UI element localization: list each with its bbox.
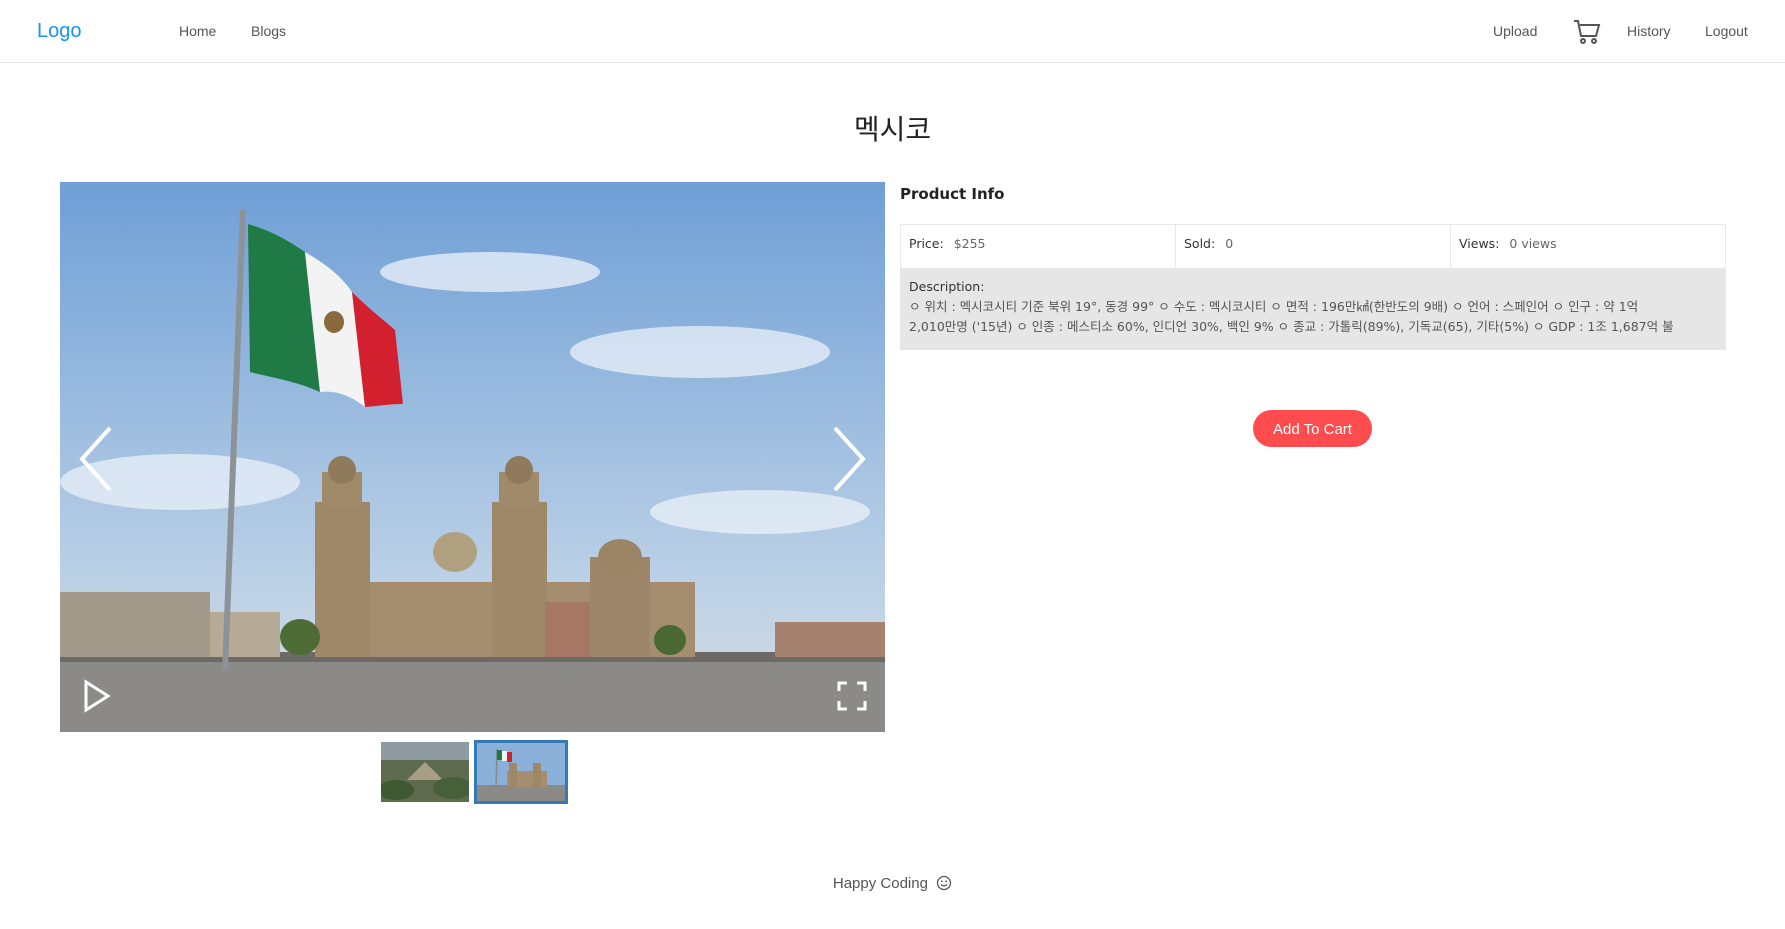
sold-value: 0 xyxy=(1225,236,1234,251)
nav-blogs[interactable]: Blogs xyxy=(251,23,286,39)
image-gallery[interactable] xyxy=(60,182,885,732)
description-label: Description xyxy=(909,279,981,294)
thumbnail-2[interactable] xyxy=(474,740,568,804)
views-label: Views xyxy=(1459,236,1496,251)
navbar: Logo Home Blogs Upload History Logout xyxy=(0,0,1785,63)
sold-label: Sold xyxy=(1184,236,1211,251)
fullscreen-icon[interactable] xyxy=(835,679,869,713)
logo[interactable]: Logo xyxy=(37,20,82,43)
price-label: Price xyxy=(909,236,940,251)
smile-icon xyxy=(936,875,952,895)
play-icon[interactable] xyxy=(82,679,112,713)
nav-upload[interactable]: Upload xyxy=(1493,23,1537,39)
price-cell: Price: $255 xyxy=(901,225,1176,268)
price-value: $255 xyxy=(953,236,986,251)
description-text-line1: ㅇ 위치 : 멕시코시티 기준 북위 19°, 동경 99° ㅇ 수도 : 멕시… xyxy=(909,299,1639,314)
sold-cell: Sold: 0 xyxy=(1176,225,1451,268)
thumbnail-1[interactable] xyxy=(381,742,469,802)
chevron-right-icon[interactable] xyxy=(825,424,869,494)
description-text-line2: 2,010만명 ('15년) ㅇ 인종 : 메스티소 60%, 인디언 30%,… xyxy=(909,319,1674,334)
cart-icon[interactable] xyxy=(1572,18,1602,46)
description-cell: Description: ㅇ 위치 : 멕시코시티 기준 북위 19°, 동경 … xyxy=(901,268,1725,349)
page-title: 멕시코 xyxy=(853,113,932,146)
nav-logout[interactable]: Logout xyxy=(1705,23,1748,39)
views-value: 0 views xyxy=(1509,236,1557,251)
footer-text: Happy Coding xyxy=(832,875,928,892)
product-descriptions: Price: $255 Sold: 0 Views: 0 views Descr… xyxy=(900,224,1726,350)
footer: Happy Coding xyxy=(0,875,1785,895)
views-cell: Views: 0 views xyxy=(1459,236,1557,251)
product-info-heading: Product Info xyxy=(900,185,1005,203)
nav-history[interactable]: History xyxy=(1627,23,1671,39)
product-stats-row: Price: $255 Sold: 0 Views: 0 views xyxy=(901,225,1725,268)
product-image xyxy=(60,182,885,732)
chevron-left-icon[interactable] xyxy=(76,424,120,494)
add-to-cart-button[interactable]: Add To Cart xyxy=(1253,410,1372,447)
nav-home[interactable]: Home xyxy=(179,23,216,39)
